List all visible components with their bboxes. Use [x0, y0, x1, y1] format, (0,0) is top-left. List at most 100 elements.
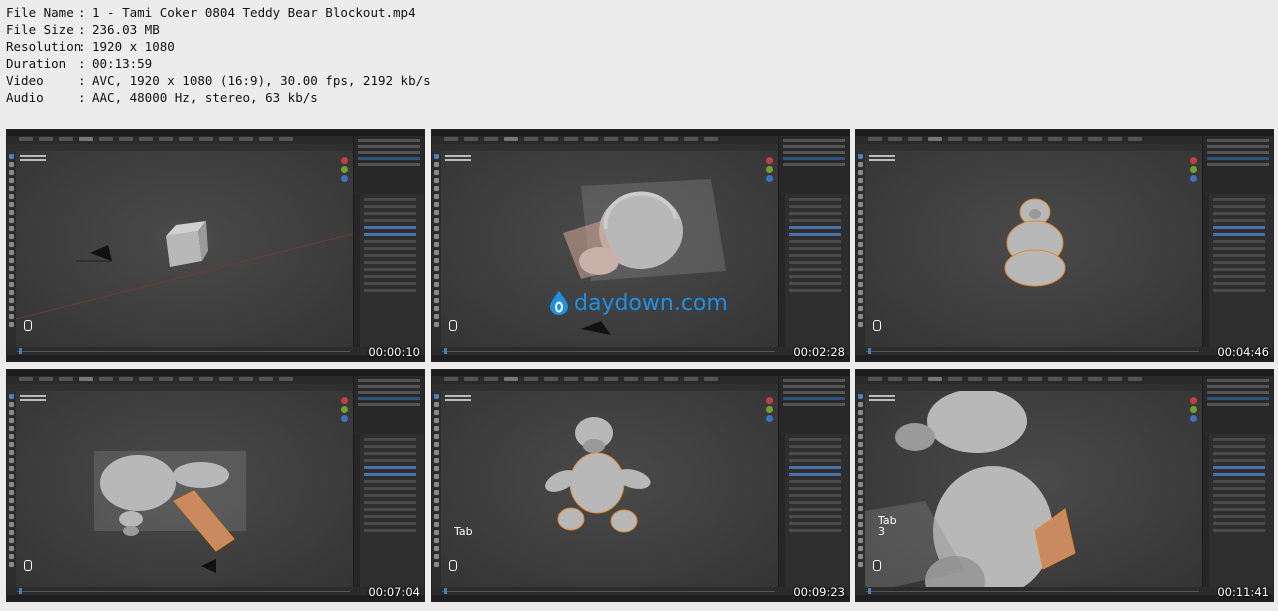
properties-panel	[778, 434, 849, 587]
mouse-icon	[449, 320, 457, 331]
tool-icon	[9, 234, 14, 239]
watermark: daydown.com	[548, 290, 728, 316]
workspace-tab	[684, 377, 698, 381]
file-info-key: File Size	[6, 22, 74, 37]
gizmo-x-icon	[340, 397, 348, 404]
tool-icon	[9, 482, 14, 487]
property-row	[789, 529, 841, 532]
workspace-tab	[444, 137, 458, 141]
file-info-value: 1 - Tami Coker 0804 Teddy Bear Blockout.…	[92, 5, 416, 20]
tool-icon	[858, 410, 863, 415]
tool-icon	[9, 250, 14, 255]
outliner-row	[358, 151, 420, 154]
tool-icon	[858, 442, 863, 447]
tool-icon	[858, 402, 863, 407]
viewport-header	[856, 384, 1203, 391]
status-bar	[856, 595, 1273, 601]
status-bar	[856, 355, 1273, 361]
tool-icon	[9, 154, 14, 159]
workspace-tab	[444, 377, 458, 381]
property-row	[364, 501, 416, 504]
workspace-tab	[279, 137, 293, 141]
toolbar	[432, 151, 441, 347]
property-row	[789, 445, 841, 448]
tool-icon	[434, 162, 439, 167]
file-info-key: Resolution	[6, 39, 82, 54]
workspace-tab	[1028, 137, 1042, 141]
tool-icon	[434, 450, 439, 455]
gizmo-y-icon	[340, 406, 348, 413]
workspace-tab	[1068, 377, 1082, 381]
tool-icon	[9, 242, 14, 247]
playhead	[868, 588, 871, 594]
tool-icon	[434, 474, 439, 479]
timeline	[7, 587, 424, 595]
outliner-row	[358, 397, 420, 400]
workspace-tab	[259, 137, 273, 141]
tool-icon	[858, 186, 863, 191]
property-row	[364, 198, 416, 201]
tool-icon	[858, 210, 863, 215]
video-thumbnail: 00:07:04	[6, 369, 425, 602]
workspace-tab	[664, 137, 678, 141]
timestamp-label: 00:04:46	[1217, 345, 1269, 359]
tool-icon	[858, 474, 863, 479]
tool-icon	[434, 538, 439, 543]
outliner-panel	[1202, 136, 1273, 194]
property-row	[789, 275, 841, 278]
tool-icon	[434, 498, 439, 503]
property-row	[364, 212, 416, 215]
property-row	[789, 254, 841, 257]
file-info-key: Video	[6, 73, 44, 88]
tool-icon	[434, 290, 439, 295]
file-info-value: AVC, 1920 x 1080 (16:9), 30.00 fps, 2192…	[92, 73, 431, 88]
file-info-key: Audio	[6, 90, 44, 105]
workspace-tab	[584, 377, 598, 381]
property-row	[364, 247, 416, 250]
tool-icon	[9, 202, 14, 207]
property-row	[789, 205, 841, 208]
property-row	[1213, 473, 1265, 476]
tool-icon	[858, 514, 863, 519]
outliner-row	[358, 157, 420, 160]
property-row	[1213, 445, 1265, 448]
file-info-sep: :	[78, 73, 86, 88]
workspace-tab	[139, 137, 153, 141]
property-row	[1213, 459, 1265, 462]
outliner-row	[783, 151, 845, 154]
property-row	[789, 473, 841, 476]
workspace-tab	[544, 377, 558, 381]
outliner-row	[783, 379, 845, 382]
3d-viewport	[441, 151, 779, 347]
property-row	[1213, 522, 1265, 525]
workspace-tab	[604, 377, 618, 381]
timestamp-label: 00:07:04	[368, 585, 420, 599]
gizmo-x-icon	[1189, 157, 1197, 164]
workspace-tab	[464, 377, 478, 381]
property-row	[364, 438, 416, 441]
outliner-row	[358, 139, 420, 142]
tool-icon	[9, 506, 14, 511]
workspace-tab	[684, 137, 698, 141]
outliner-row	[783, 397, 845, 400]
workspace-tab	[644, 137, 658, 141]
workspace-tab	[584, 137, 598, 141]
tool-icon	[858, 546, 863, 551]
file-info-sep: :	[78, 90, 86, 105]
property-row	[364, 226, 416, 229]
tool-icon	[434, 226, 439, 231]
workspace-tab	[908, 137, 922, 141]
property-row	[789, 487, 841, 490]
watermark-text: daydown.com	[574, 290, 728, 316]
tool-icon	[434, 314, 439, 319]
tool-icon	[9, 562, 14, 567]
property-row	[789, 494, 841, 497]
gizmo-x-icon	[340, 157, 348, 164]
file-info-sep: :	[78, 22, 86, 37]
outliner-panel	[353, 376, 424, 434]
3d-viewport	[16, 391, 354, 587]
property-row	[364, 522, 416, 525]
tool-icon	[434, 522, 439, 527]
tool-icon	[9, 394, 14, 399]
video-thumbnail: 00:02:28	[431, 129, 850, 362]
